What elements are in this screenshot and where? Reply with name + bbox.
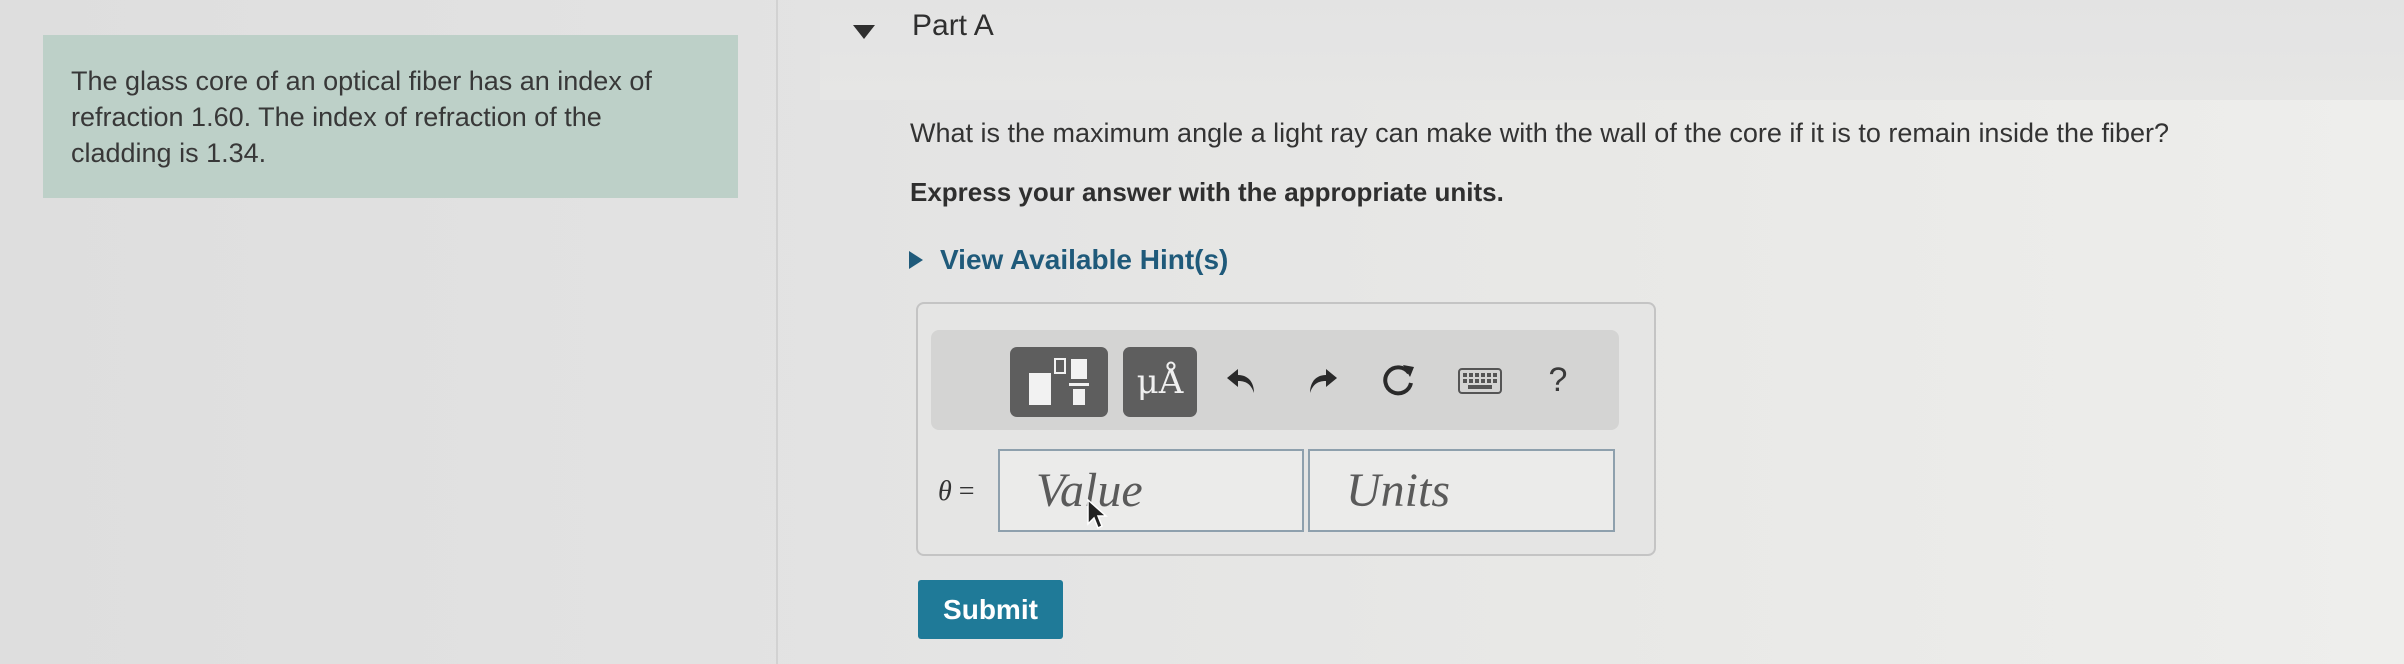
units-button-label: μÅ xyxy=(1136,362,1184,402)
problem-text-line-2: refraction 1.60. The index of refraction… xyxy=(71,102,602,132)
problem-text-line-3: cladding is 1.34. xyxy=(71,138,267,168)
caret-down-icon xyxy=(853,25,875,39)
redo-icon xyxy=(1310,369,1337,393)
keyboard-button[interactable] xyxy=(1448,355,1512,407)
units-button[interactable]: μÅ xyxy=(1123,347,1197,417)
view-hints-link[interactable]: View Available Hint(s) xyxy=(906,244,1228,276)
equals-sign: = xyxy=(958,476,975,507)
part-title: Part A xyxy=(912,9,994,42)
problem-text-line-1: The glass core of an optical fiber has a… xyxy=(71,66,652,96)
collapse-part-button[interactable] xyxy=(852,20,876,44)
part-header xyxy=(820,0,2404,100)
undo-icon xyxy=(1227,369,1254,393)
templates-button[interactable] xyxy=(1010,347,1108,417)
mouse-cursor-icon xyxy=(1087,498,1108,530)
value-input[interactable]: Value xyxy=(998,449,1304,532)
question-text: What is the maximum angle a light ray ca… xyxy=(910,118,2170,148)
reset-icon xyxy=(1383,365,1414,396)
view-hints-label: View Available Hint(s) xyxy=(940,244,1229,275)
column-divider xyxy=(776,0,778,664)
keyboard-icon xyxy=(1458,368,1502,394)
problem-statement: The glass core of an optical fiber has a… xyxy=(43,35,738,198)
templates-icon xyxy=(1029,358,1089,405)
reset-button[interactable] xyxy=(1372,355,1424,407)
answer-variable-label: θ = xyxy=(938,476,975,508)
undo-button[interactable] xyxy=(1216,355,1268,407)
redo-button[interactable] xyxy=(1296,355,1348,407)
submit-button[interactable]: Submit xyxy=(918,580,1063,639)
answer-instruction: Express your answer with the appropriate… xyxy=(910,177,1504,207)
theta-symbol: θ xyxy=(938,476,952,507)
caret-right-icon xyxy=(909,251,923,269)
units-input[interactable]: Units xyxy=(1308,449,1615,532)
help-button[interactable]: ? xyxy=(1538,352,1578,408)
units-placeholder: Units xyxy=(1346,464,1451,517)
